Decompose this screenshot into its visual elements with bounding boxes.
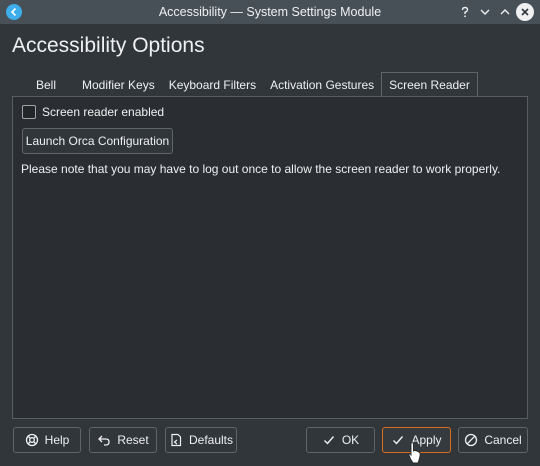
mouse-cursor [408, 442, 422, 466]
tab-bell[interactable]: Bell [17, 73, 75, 97]
help-context-button[interactable] [456, 3, 474, 21]
document-revert-icon [169, 433, 183, 447]
title-bar: Accessibility — System Settings Module [0, 0, 540, 24]
launch-orca-configuration-button[interactable]: Launch Orca Configuration [22, 128, 173, 154]
defaults-button-label: Defaults [188, 433, 234, 447]
undo-icon [97, 433, 111, 447]
maximize-button[interactable] [496, 3, 514, 21]
defaults-button[interactable]: Defaults [165, 427, 237, 453]
page-title: Accessibility Options [12, 34, 205, 57]
checkmark-icon [391, 433, 405, 447]
ok-button[interactable]: OK [306, 427, 375, 453]
help-icon [25, 433, 39, 447]
tab-keyboard-filters[interactable]: Keyboard Filters [162, 73, 263, 97]
reset-button-label: Reset [117, 433, 149, 447]
cancel-icon [464, 433, 478, 447]
minimize-button[interactable] [476, 3, 494, 21]
tab-activation-gestures[interactable]: Activation Gestures [263, 73, 381, 97]
screen-reader-enabled-label[interactable]: Screen reader enabled [42, 105, 164, 119]
help-button-label: Help [44, 433, 70, 447]
screen-reader-enabled-checkbox[interactable] [22, 105, 36, 119]
cancel-button[interactable]: Cancel [458, 427, 528, 453]
checkmark-icon [322, 433, 336, 447]
tab-bar: Bell Modifier Keys Keyboard Filters Acti… [17, 72, 478, 97]
tab-screen-reader[interactable]: Screen Reader [381, 72, 478, 97]
reset-button[interactable]: Reset [89, 427, 157, 453]
tab-modifier-keys[interactable]: Modifier Keys [75, 73, 162, 97]
help-button[interactable]: Help [13, 427, 81, 453]
ok-button-label: OK [341, 433, 360, 447]
screen-reader-panel: Screen reader enabled Launch Orca Config… [12, 96, 528, 419]
screen-reader-enabled-checkbox-row[interactable]: Screen reader enabled [22, 105, 164, 119]
logout-note: Please note that you may have to log out… [21, 162, 501, 176]
close-button[interactable] [516, 3, 534, 21]
cancel-button-label: Cancel [484, 433, 522, 447]
